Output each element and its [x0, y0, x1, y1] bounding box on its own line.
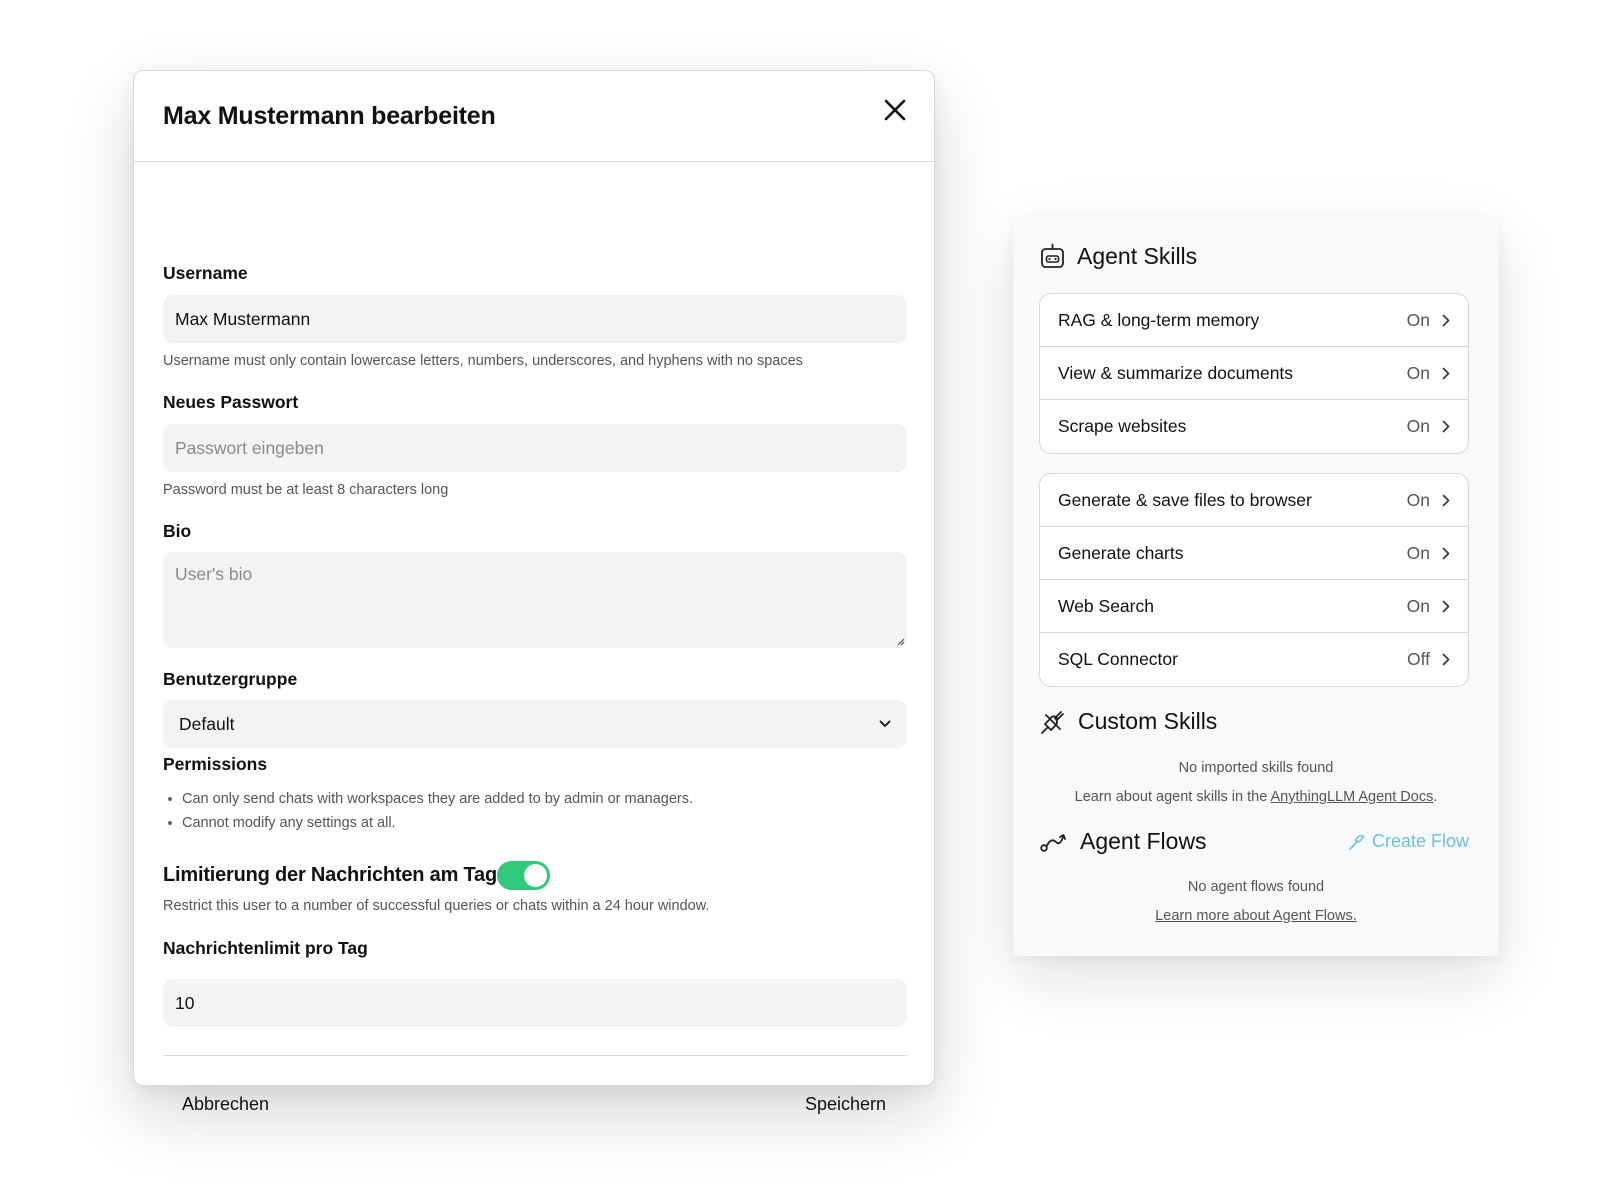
- group-select[interactable]: Default: [163, 700, 907, 748]
- permission-item: Can only send chats with workspaces they…: [163, 787, 693, 811]
- custom-skills-empty: No imported skills found: [1178, 760, 1334, 776]
- message-limit-title: Limitierung der Nachrichten am Tag: [163, 864, 498, 886]
- skill-name: Generate & save files to browser: [1058, 489, 1312, 510]
- skill-name: RAG & long-term memory: [1058, 309, 1260, 330]
- custom-skills-learn: Learn about agent skills in the Anything…: [1013, 789, 1499, 805]
- agent-docs-link[interactable]: AnythingLLM Agent Docs: [1271, 789, 1434, 805]
- plug-icon: [1041, 710, 1064, 734]
- agent-flows-learn: Learn more about Agent Flows.: [1013, 908, 1499, 924]
- chevron-right-icon: [1442, 653, 1450, 666]
- modal-header: Max Mustermann bearbeiten: [134, 71, 934, 162]
- agent-skills-title: Agent Skills: [1077, 243, 1198, 269]
- agent-skills-panel: Agent Skills RAG & long-term memory On V…: [1013, 217, 1499, 956]
- footer-divider: [163, 1055, 907, 1056]
- chevron-down-icon: [879, 720, 891, 727]
- username-hint: Username must only contain lowercase let…: [163, 353, 803, 369]
- skill-name: Generate charts: [1058, 542, 1184, 563]
- password-hint: Password must be at least 8 characters l…: [163, 482, 449, 498]
- flow-icon: [1040, 833, 1066, 852]
- chevron-right-icon: [1442, 600, 1450, 612]
- chevron-right-icon: [1442, 420, 1450, 433]
- skill-row-generate-charts[interactable]: Generate charts On: [1040, 527, 1468, 580]
- bio-textarea[interactable]: User's bio: [163, 552, 907, 648]
- skill-group-configurable: Generate & save files to browser On Gene…: [1039, 473, 1469, 687]
- daily-limit-input[interactable]: 10: [163, 979, 907, 1027]
- custom-skills-learn-prefix: Learn about agent skills in the: [1074, 789, 1271, 805]
- skill-row-summarize-documents[interactable]: View & summarize documents On: [1040, 347, 1468, 400]
- save-button[interactable]: Speichern: [805, 1094, 886, 1115]
- permissions-label: Permissions: [163, 754, 268, 774]
- cancel-button[interactable]: Abbrechen: [182, 1094, 269, 1115]
- skill-status: Off: [1406, 649, 1430, 669]
- message-limit-description: Restrict this user to a number of succes…: [163, 898, 710, 914]
- skill-name: SQL Connector: [1058, 649, 1178, 669]
- daily-limit-label: Nachrichtenlimit pro Tag: [163, 938, 368, 958]
- agent-flows-empty: No agent flows found: [1187, 879, 1325, 895]
- skill-name: Scrape websites: [1058, 416, 1187, 436]
- skill-name: View & summarize documents: [1058, 362, 1294, 383]
- skill-row-save-files[interactable]: Generate & save files to browser On: [1040, 474, 1468, 527]
- agent-flows-header: Agent Flows: [1040, 828, 1207, 855]
- resize-grip-icon[interactable]: [895, 636, 905, 646]
- hammer-icon: [1349, 834, 1365, 850]
- password-input[interactable]: Passwort eingeben: [163, 424, 907, 472]
- skill-name: Web Search: [1058, 595, 1154, 616]
- permission-item: Cannot modify any settings at all.: [163, 811, 693, 835]
- chevron-right-icon: [1442, 314, 1450, 326]
- group-label: Benutzergruppe: [163, 669, 298, 689]
- agent-skills-header: Agent Skills: [1040, 243, 1197, 270]
- modal-title: Max Mustermann bearbeiten: [163, 102, 496, 130]
- chevron-right-icon: [1442, 494, 1450, 506]
- skill-status: On: [1406, 309, 1430, 330]
- username-input[interactable]: Max Mustermann: [163, 295, 907, 343]
- close-icon: [884, 99, 906, 121]
- bio-placeholder: User's bio: [175, 564, 253, 584]
- skill-row-scrape-websites[interactable]: Scrape websites On: [1040, 400, 1468, 453]
- custom-skills-header: Custom Skills: [1040, 708, 1217, 735]
- agent-flows-title: Agent Flows: [1080, 828, 1207, 854]
- skill-status: On: [1406, 489, 1430, 510]
- permissions-list: Can only send chats with workspaces they…: [163, 787, 693, 835]
- skill-row-rag-memory[interactable]: RAG & long-term memory On: [1040, 294, 1468, 347]
- custom-skills-learn-suffix: .: [1433, 789, 1438, 805]
- skill-status: On: [1406, 542, 1430, 563]
- skill-group-default: RAG & long-term memory On View & summari…: [1039, 293, 1469, 454]
- bio-label: Bio: [163, 521, 192, 541]
- skill-row-web-search[interactable]: Web Search On: [1040, 580, 1468, 633]
- chevron-right-icon: [1442, 367, 1450, 379]
- chevron-right-icon: [1442, 547, 1450, 559]
- skill-status: On: [1406, 416, 1430, 436]
- robot-icon: [1041, 243, 1064, 268]
- message-limit-toggle[interactable]: [497, 861, 550, 890]
- skill-row-sql-connector[interactable]: SQL Connector Off: [1040, 633, 1468, 686]
- create-flow-button[interactable]: Create Flow: [1348, 831, 1469, 852]
- custom-skills-title: Custom Skills: [1078, 708, 1218, 734]
- agent-flows-link[interactable]: Learn more about Agent Flows.: [1155, 908, 1357, 924]
- skill-status: On: [1406, 595, 1430, 616]
- create-flow-label: Create Flow: [1371, 831, 1469, 851]
- username-label: Username: [163, 263, 248, 283]
- edit-user-modal: Max Mustermann bearbeiten Username Max M…: [133, 70, 935, 1114]
- group-selected-value: Default: [179, 713, 235, 734]
- password-label: Neues Passwort: [163, 392, 299, 412]
- skill-status: On: [1406, 362, 1430, 383]
- close-button[interactable]: [880, 95, 910, 125]
